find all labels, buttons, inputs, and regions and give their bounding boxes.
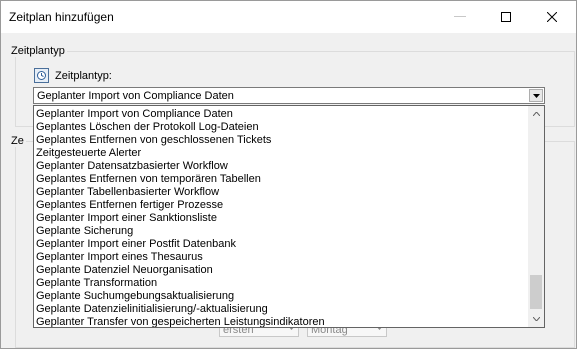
schedule-type-group-legend: Zeitplantyp — [9, 45, 67, 57]
maximize-button[interactable] — [483, 1, 529, 33]
scrollbar-thumb[interactable] — [530, 275, 542, 309]
dropdown-scrollbar[interactable] — [528, 106, 544, 327]
chevron-down-icon — [532, 317, 540, 321]
dropdown-option[interactable]: Geplanter Datensatzbasierter Workflow — [36, 160, 228, 173]
dropdown-option[interactable]: Geplante Transformation — [36, 277, 157, 290]
dropdown-option[interactable]: Geplanter Tabellenbasierter Workflow — [36, 186, 219, 199]
dialog-window: Zeitplan hinzufügen Zeitplantyp Ze Zeitp… — [0, 0, 577, 349]
chevron-down-icon — [532, 93, 540, 98]
window-title: Zeitplan hinzufügen — [9, 10, 114, 24]
dropdown-option[interactable]: Geplanter Import von Compliance Daten — [36, 108, 233, 121]
dropdown-option[interactable]: Geplantes Entfernen von geschlossenen Ti… — [36, 134, 271, 147]
close-icon — [547, 12, 557, 22]
schedule-icon — [34, 68, 49, 83]
dropdown-option[interactable]: Geplantes Entfernen von temporären Tabel… — [36, 173, 261, 186]
dropdown-option[interactable]: Geplante Suchumgebungsaktualisierung — [36, 290, 234, 303]
help-icon — [454, 16, 466, 17]
title-bar: Zeitplan hinzufügen — [1, 1, 576, 33]
dropdown-option[interactable]: Geplante Datenzielinitialisierung/-aktua… — [36, 303, 268, 316]
maximize-icon — [501, 12, 511, 22]
dropdown-option[interactable]: Geplanter Import einer Sanktionsliste — [36, 212, 217, 225]
scroll-up-button[interactable] — [528, 106, 544, 122]
dropdown-toggle-button[interactable] — [529, 89, 543, 102]
dropdown-option[interactable]: Zeitgesteuerte Alerter — [36, 147, 141, 160]
schedule-type-dropdown-list: Geplanter Import von Compliance Daten Ge… — [33, 105, 545, 328]
close-button[interactable] — [529, 1, 575, 33]
dropdown-option[interactable]: Geplanter Import eines Thesaurus — [36, 251, 203, 264]
dropdown-option[interactable]: Geplanter Transfer von gespeicherten Lei… — [36, 316, 325, 327]
dropdown-option[interactable]: Geplantes Löschen der Protokoll Log-Date… — [36, 121, 259, 134]
dropdown-option[interactable]: Geplantes Entfernen fertiger Prozesse — [36, 199, 223, 212]
schedule-type-label: Zeitplantyp: — [55, 70, 112, 82]
help-button[interactable] — [437, 1, 483, 33]
dropdown-option[interactable]: Geplante Datenziel Neuorganisation — [36, 264, 213, 277]
dropdown-option[interactable]: Geplanter Import einer Postfit Datenbank — [36, 238, 236, 251]
scroll-down-button[interactable] — [528, 311, 544, 327]
schedule-type-select[interactable]: Geplanter Import von Compliance Daten — [33, 87, 545, 104]
schedule-details-group-legend: Ze — [9, 135, 26, 147]
chevron-up-icon — [532, 112, 540, 116]
dropdown-option[interactable]: Geplante Sicherung — [36, 225, 133, 238]
schedule-type-selected-value: Geplanter Import von Compliance Daten — [37, 90, 234, 102]
